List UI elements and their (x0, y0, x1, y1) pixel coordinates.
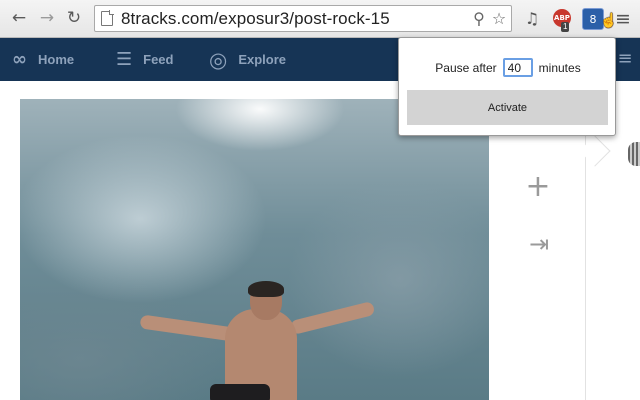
music-icon[interactable]: ♫ (521, 8, 543, 30)
nav-feed-label: Feed (143, 52, 174, 67)
figure-left-arm (139, 314, 236, 342)
activate-button[interactable]: Activate (407, 90, 608, 125)
nav-feed[interactable]: ☰ Feed (116, 38, 173, 81)
pause-row: Pause after minutes (399, 58, 617, 77)
site-menu-icon[interactable]: ≡ (614, 48, 636, 70)
address-bar[interactable]: 8tracks.com/exposur3/post-rock-15 ⚲ ☆ (94, 5, 512, 32)
infinity-logo-icon: ∞ (12, 49, 27, 70)
pause-after-label: Pause after (435, 60, 497, 75)
menu-icon[interactable]: ≡ (612, 8, 634, 30)
extension-label: 8 (589, 13, 597, 26)
adblock-badge: 1 (561, 22, 570, 32)
figure-hair (248, 281, 284, 297)
browser-toolbar: ← → ↻ 8tracks.com/exposur3/post-rock-15 … (0, 0, 640, 38)
nav-home-label: Home (38, 52, 75, 67)
nav-home[interactable]: ∞ Home (12, 38, 74, 81)
page-icon (101, 10, 114, 26)
reload-icon[interactable]: ↻ (64, 8, 84, 28)
list-icon: ☰ (116, 49, 133, 70)
nav-explore-label: Explore (238, 52, 287, 67)
star-icon[interactable]: ☆ (490, 10, 508, 28)
mix-cover-image[interactable] (20, 99, 489, 400)
add-icon[interactable]: + (523, 172, 553, 202)
forward-icon[interactable]: → (37, 8, 57, 28)
search-icon[interactable]: ⚲ (470, 10, 488, 28)
back-icon[interactable]: ← (9, 8, 29, 28)
compass-icon: ◎ (209, 47, 228, 72)
minutes-label: minutes (538, 60, 581, 75)
figure-right-arm (289, 300, 376, 336)
share-icon[interactable]: ⇥ (522, 229, 556, 259)
partial-avatar-icon (628, 142, 640, 166)
nav-explore[interactable]: ◎ Explore (209, 38, 286, 81)
minutes-input[interactable] (502, 58, 533, 77)
figure-shorts (210, 384, 270, 400)
sleep-timer-popup: Pause after minutes Activate (398, 37, 616, 136)
adblock-label: ABP (554, 14, 570, 22)
url-text: 8tracks.com/exposur3/post-rock-15 (121, 9, 390, 28)
